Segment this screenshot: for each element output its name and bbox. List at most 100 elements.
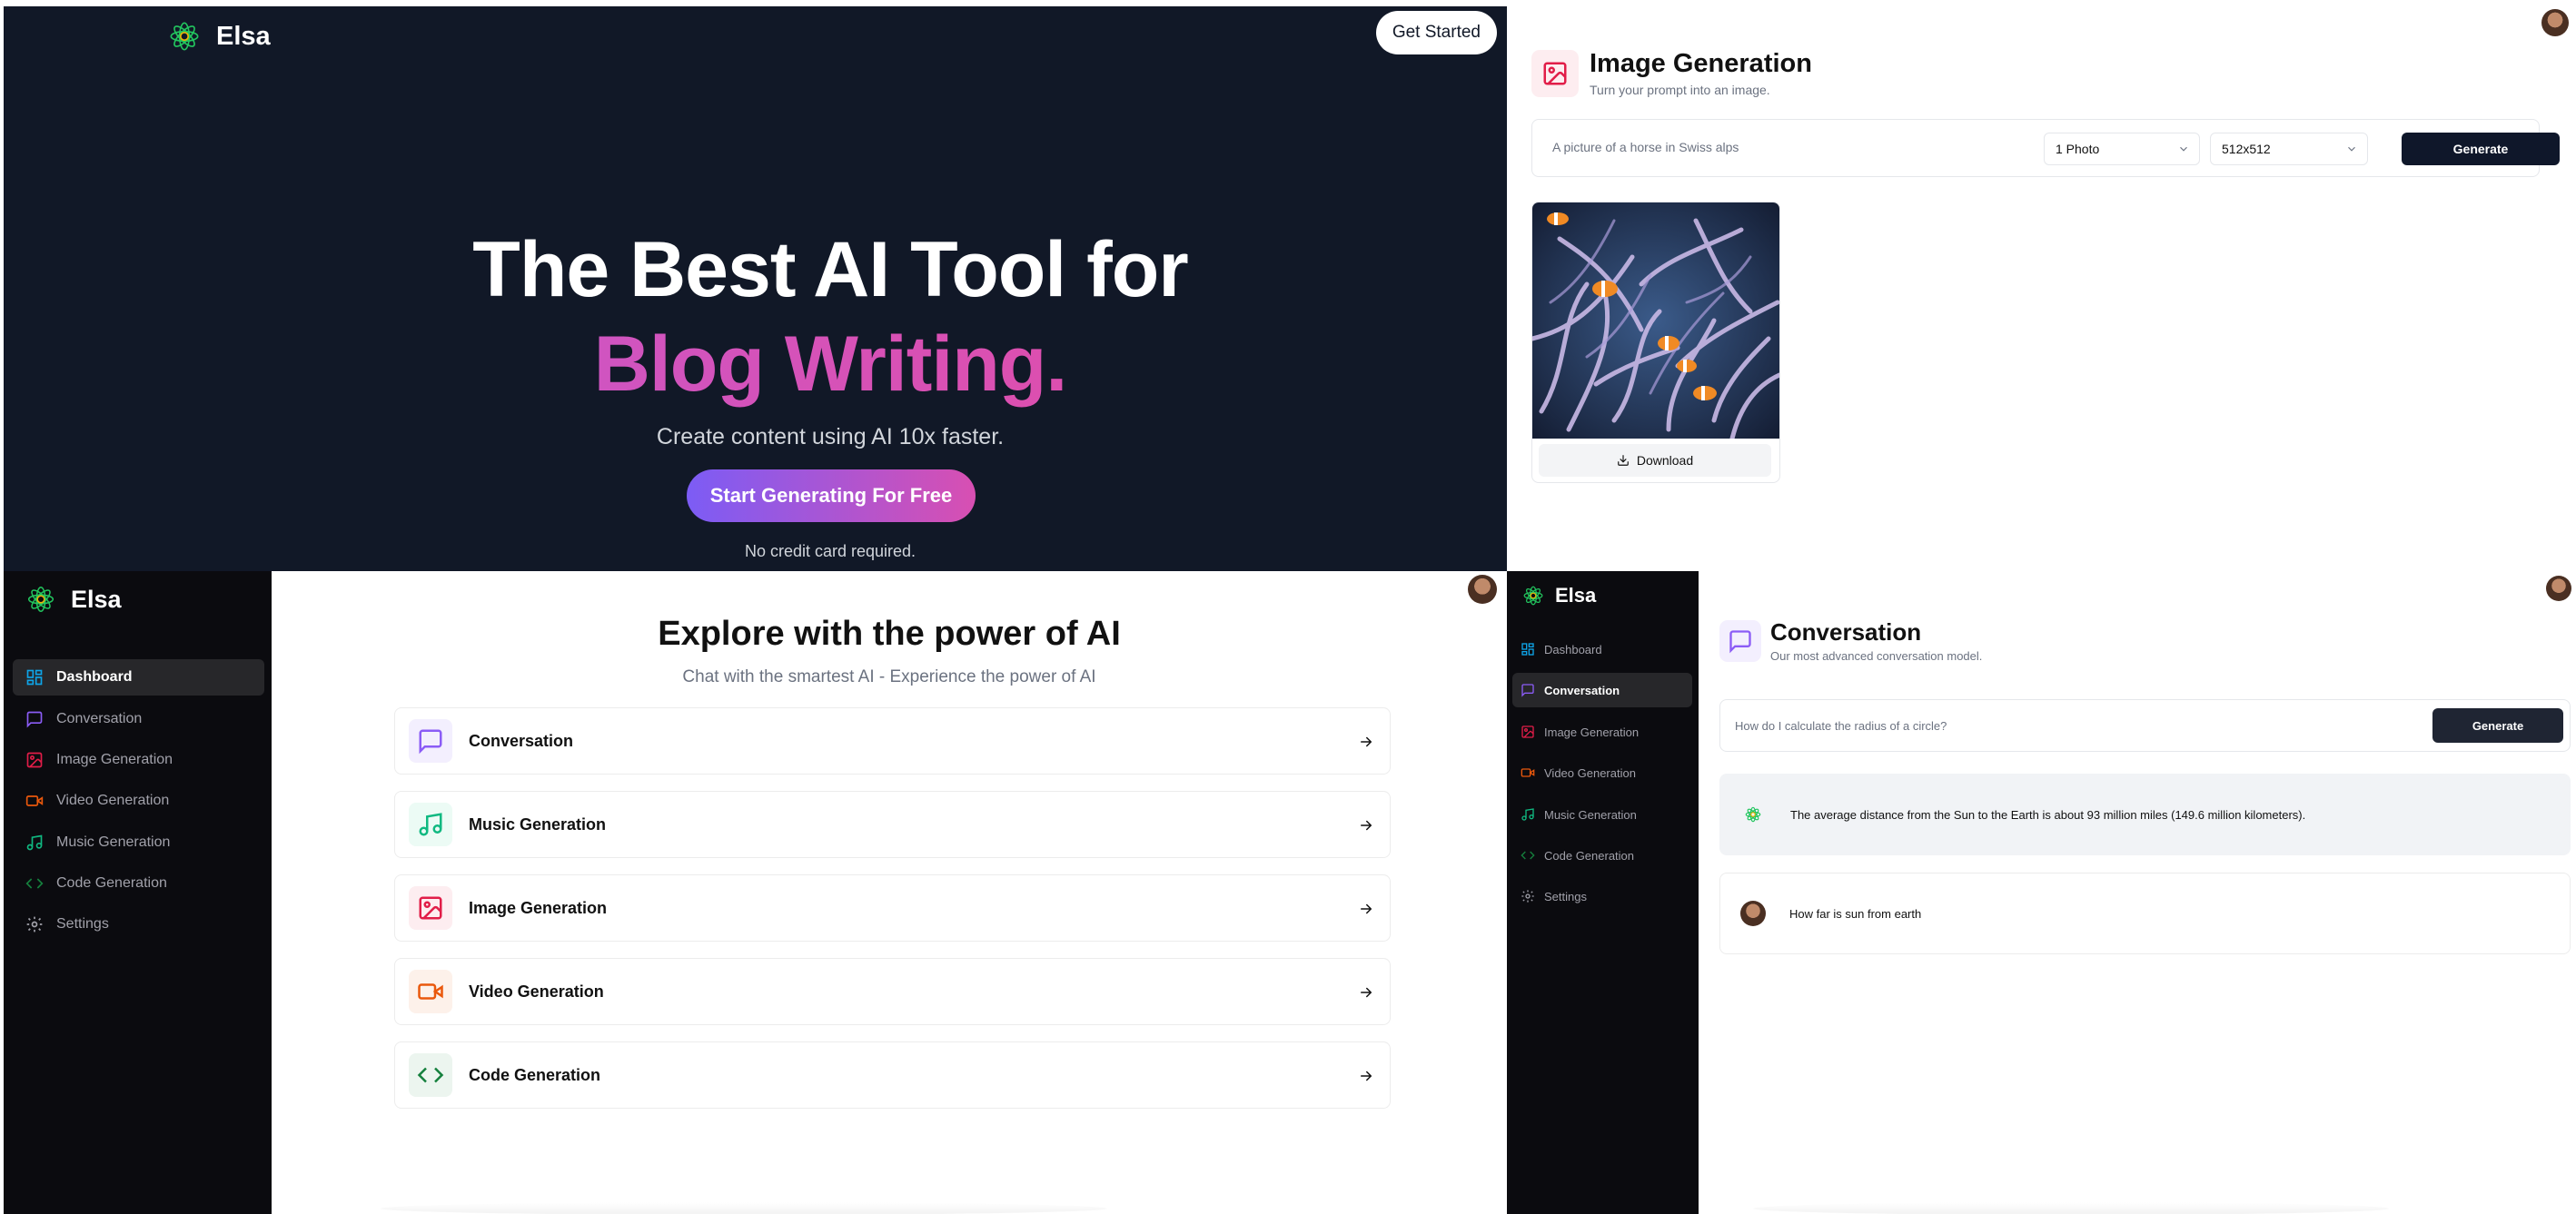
sidebar-item-label: Dashboard [56, 669, 133, 685]
sidebar-item-label: Settings [1544, 889, 1587, 903]
sidebar-item-settings[interactable]: Settings [13, 906, 264, 943]
sidebar-item-music-generation[interactable]: Music Generation [1512, 797, 1692, 832]
sidebar-item-code-generation[interactable]: Code Generation [13, 865, 264, 902]
sidebar-item-music-generation[interactable]: Music Generation [13, 824, 264, 861]
landing-brand[interactable]: Elsa [165, 17, 271, 55]
arrow-right-icon [1361, 1071, 1372, 1081]
page-title: Explore with the power of AI [658, 615, 1121, 653]
chevron-down-icon [2348, 146, 2355, 152]
tool-card-image-generation[interactable]: Image Generation [394, 874, 1391, 942]
sidebar-item-label: Dashboard [1544, 642, 1602, 656]
tool-card-label: Music Generation [469, 814, 607, 834]
settings-icon [1521, 890, 1534, 903]
landing-page: Elsa Get Started The Best AI Tool for Bl… [4, 6, 1507, 571]
sidebar-item-dashboard[interactable]: Dashboard [13, 659, 264, 696]
sidebar-item-label: Conversation [56, 711, 143, 726]
tool-card-label: Video Generation [469, 982, 604, 1001]
message-text: The average distance from the Sun to the… [1790, 807, 2306, 822]
layout-dashboard-icon [26, 669, 43, 686]
user-avatar [1740, 901, 1766, 926]
code-icon [25, 878, 44, 889]
conversation-page: Conversation Our most advanced conversat… [1699, 571, 2576, 1214]
code-icon [409, 1053, 452, 1097]
bottom-shadow [381, 1202, 1107, 1214]
sidebar-item-settings[interactable]: Settings [1512, 879, 1692, 913]
music-icon [1521, 808, 1534, 821]
dashboard-sidebar: Elsa Dashboard Conversation Image Genera… [4, 571, 272, 1214]
settings-icon [26, 916, 43, 933]
tool-card-video-generation[interactable]: Video Generation [394, 958, 1391, 1025]
sidebar-item-conversation[interactable]: Conversation [1512, 673, 1692, 707]
elsa-logo-icon [1523, 586, 1543, 606]
conversation-sidebar: Elsa Dashboard Conversation Image Genera… [1507, 571, 1699, 1214]
sidebar-item-video-generation[interactable]: Video Generation [1512, 755, 1692, 790]
message-square-icon [1719, 619, 1761, 662]
sidebar-item-label: Music Generation [1544, 807, 1637, 822]
sidebar-item-image-generation[interactable]: Image Generation [13, 742, 264, 778]
user-avatar[interactable] [1468, 575, 1497, 604]
video-icon [409, 970, 452, 1013]
page-description: Turn your prompt into an image. [1590, 83, 1770, 97]
generate-button[interactable]: Generate [2402, 133, 2560, 165]
sidebar-item-label: Image Generation [1544, 725, 1640, 739]
arrow-right-icon [1361, 820, 1372, 831]
layout-dashboard-icon [1521, 643, 1534, 656]
message-text: How far is sun from earth [1789, 906, 1922, 921]
elsa-bot-icon [1739, 801, 1767, 828]
sidebar-item-label: Conversation [1544, 683, 1620, 697]
sidebar-item-dashboard[interactable]: Dashboard [1512, 632, 1692, 666]
tool-card-label: Image Generation [469, 898, 608, 917]
page-title: Conversation [1770, 618, 1922, 646]
assistant-message: The average distance from the Sun to the… [1719, 774, 2571, 855]
hero-subheadline: Create content using AI 10x faster. [656, 424, 1005, 449]
video-icon [25, 795, 44, 806]
code-icon [1521, 851, 1535, 860]
generated-image [1532, 202, 1779, 439]
bottom-shadow [1753, 1202, 2389, 1214]
tool-card-code-generation[interactable]: Code Generation [394, 1041, 1391, 1109]
conversation-prompt-form: How do I calculate the radius of a circl… [1719, 699, 2571, 752]
image-icon [26, 752, 43, 768]
sidebar-item-video-generation[interactable]: Video Generation [13, 783, 264, 819]
sidebar-item-label: Image Generation [56, 752, 173, 767]
tool-card-label: Conversation [469, 731, 574, 750]
arrow-right-icon [1361, 987, 1372, 998]
arrow-right-icon [1361, 903, 1372, 914]
tool-card-label: Code Generation [469, 1065, 601, 1084]
download-label: Download [1636, 453, 1694, 468]
image-icon [1531, 49, 1579, 97]
message-square-icon [26, 711, 43, 728]
amount-select-value: 1 Photo [2056, 142, 2100, 156]
sidebar-item-label: Video Generation [1544, 765, 1636, 780]
message-square-icon [409, 719, 452, 763]
sidebar-item-label: Code Generation [56, 875, 167, 891]
sidebar-brand[interactable]: Elsa [24, 582, 122, 617]
page-heading: Conversation Our most advanced conversat… [1719, 618, 1982, 663]
resolution-select-value: 512x512 [2222, 142, 2271, 156]
screenshot-collage: Elsa Get Started The Best AI Tool for Bl… [0, 0, 2576, 1214]
sidebar-item-conversation[interactable]: Conversation [13, 701, 264, 737]
user-avatar[interactable] [2541, 9, 2569, 36]
resolution-select[interactable]: 512x512 [2210, 133, 2368, 165]
dashboard-page: Explore with the power of AI Chat with t… [272, 571, 1507, 1214]
prompt-input[interactable]: How do I calculate the radius of a circl… [1735, 719, 1947, 733]
hero-headline: The Best AI Tool for [472, 226, 1188, 313]
brand-name: Elsa [216, 21, 271, 51]
amount-select[interactable]: 1 Photo [2044, 133, 2200, 165]
image-prompt-form: A picture of a horse in Swiss alps 1 Pho… [1531, 119, 2560, 177]
generate-button[interactable]: Generate [2432, 708, 2563, 743]
tool-card-conversation[interactable]: Conversation [394, 707, 1391, 775]
elsa-logo-icon [165, 17, 203, 55]
sidebar-item-label: Settings [56, 916, 109, 932]
sidebar-item-code-generation[interactable]: Code Generation [1512, 838, 1692, 873]
get-started-button[interactable]: Get Started [1375, 11, 1497, 54]
prompt-input[interactable]: A picture of a horse in Swiss alps [1552, 140, 1739, 154]
music-icon [409, 803, 452, 846]
user-avatar[interactable] [2546, 576, 2571, 601]
sidebar-item-image-generation[interactable]: Image Generation [1512, 715, 1692, 749]
download-button[interactable]: Download [1539, 444, 1771, 477]
sidebar-brand[interactable]: Elsa [1521, 583, 1596, 608]
brand-name: Elsa [1555, 584, 1597, 607]
start-generating-button[interactable]: Start Generating For Free [687, 469, 976, 522]
tool-card-music-generation[interactable]: Music Generation [394, 791, 1391, 858]
